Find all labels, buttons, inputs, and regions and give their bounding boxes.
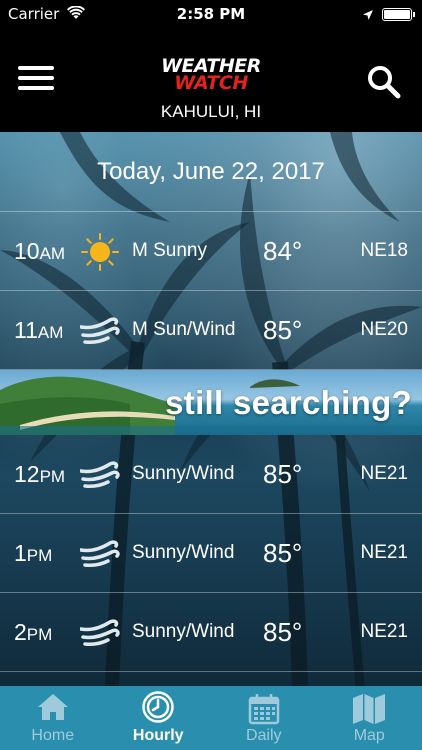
search-button[interactable] xyxy=(366,64,402,104)
hour-label: 10AM xyxy=(14,238,66,264)
wind-icon xyxy=(80,619,120,646)
tab-map-label: Map xyxy=(353,727,385,744)
condition-label: M Sunny xyxy=(132,240,207,261)
clock-icon xyxy=(142,691,174,723)
tab-home[interactable]: Home xyxy=(0,686,106,750)
wind-value: NE18 xyxy=(360,240,408,261)
hamburger-icon xyxy=(18,66,54,70)
tab-home-label: Home xyxy=(31,727,75,744)
temperature-value: 85° xyxy=(263,617,303,647)
tab-daily[interactable]: Daily xyxy=(211,686,317,750)
temperature-value: 85° xyxy=(263,459,303,489)
temperature-value: 85° xyxy=(263,538,303,568)
wind-value: NE20 xyxy=(360,319,408,340)
status-bar: Carrier 2:58 PM xyxy=(0,0,422,28)
wind-value: NE21 xyxy=(360,542,408,563)
battery-icon xyxy=(382,8,415,21)
location-title: KAHULUI, HI xyxy=(160,102,262,121)
hour-row[interactable]: 2PM Sunny/Wind 85° NE21 xyxy=(0,593,422,672)
wind-icon xyxy=(80,461,120,488)
menu-button[interactable] xyxy=(18,66,54,96)
sun-icon xyxy=(81,233,119,271)
condition-label: M Sun/Wind xyxy=(132,319,236,340)
temperature-value: 85° xyxy=(263,315,303,345)
search-icon xyxy=(368,66,401,99)
hour-row[interactable]: 11AM M Sun/Wind 85° NE20 xyxy=(0,291,422,370)
ad-banner[interactable]: still searching? xyxy=(0,370,422,435)
condition-label: Sunny/Wind xyxy=(132,542,235,563)
status-time: 2:58 PM xyxy=(176,5,246,23)
hour-label: 11AM xyxy=(14,317,64,343)
map-icon xyxy=(353,694,386,724)
tab-bar: Home Hourly Daily Map xyxy=(0,686,422,750)
hour-row[interactable]: 12PM Sunny/Wind 85° NE21 xyxy=(0,435,422,514)
condition-label: Sunny/Wind xyxy=(132,621,235,642)
temperature-value: 84° xyxy=(263,236,303,266)
wind-value: NE21 xyxy=(360,621,408,642)
hour-label: 2PM xyxy=(14,619,53,645)
weatherwatch-logo: WEATHER WATCH xyxy=(150,57,272,94)
hour-label: 12PM xyxy=(14,461,66,487)
calendar-icon xyxy=(248,694,279,725)
location-arrow-icon xyxy=(362,7,374,25)
hour-label: 1PM xyxy=(14,540,53,566)
wind-icon xyxy=(80,540,120,567)
home-icon xyxy=(37,694,68,720)
wind-value: NE21 xyxy=(360,463,408,484)
forecast-date: Today, June 22, 2017 xyxy=(0,132,422,212)
logo-line-2: WATCH xyxy=(174,72,248,94)
wind-icon xyxy=(80,317,120,344)
hour-row[interactable]: 1PM Sunny/Wind 85° NE21 xyxy=(0,514,422,593)
tab-daily-label: Daily xyxy=(245,727,282,744)
hourly-forecast-view[interactable]: Today, June 22, 2017 10AM M Sunny 84° NE… xyxy=(0,132,422,686)
tab-hourly[interactable]: Hourly xyxy=(106,686,212,750)
tab-map[interactable]: Map xyxy=(317,686,422,750)
app-header: WEATHER WATCH KAHULUI, HI xyxy=(0,28,422,132)
tab-hourly-label: Hourly xyxy=(132,727,184,744)
ad-text: still searching? xyxy=(165,384,412,421)
condition-label: Sunny/Wind xyxy=(132,463,235,484)
hour-row[interactable]: 10AM M Sunny 84° NE18 xyxy=(0,212,422,291)
